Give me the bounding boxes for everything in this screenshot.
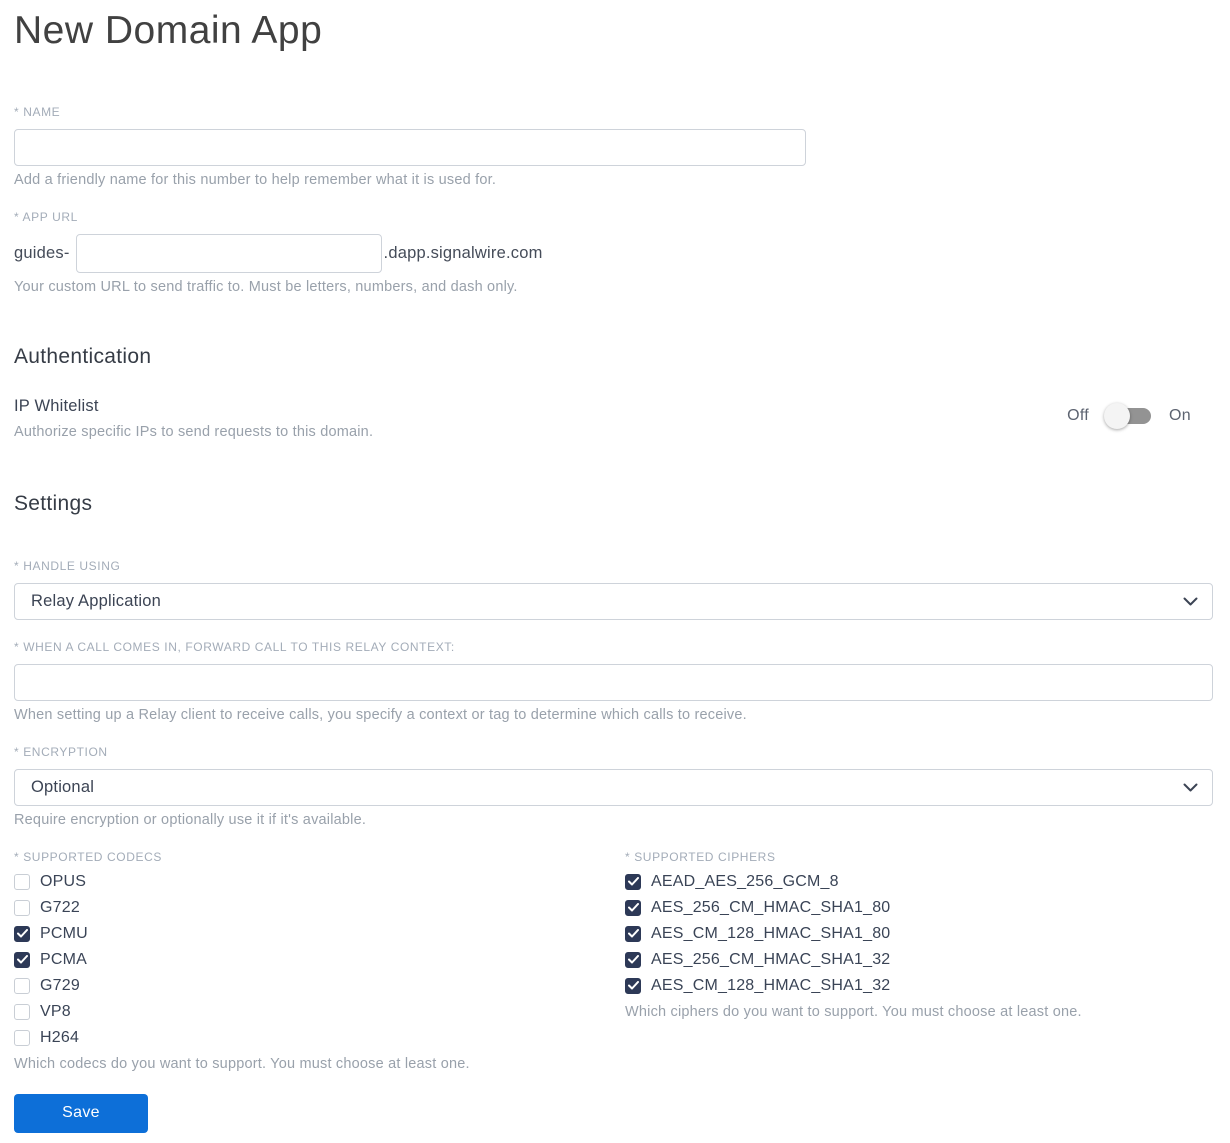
cipher-option-label: AES_256_CM_HMAC_SHA1_80 (651, 898, 891, 916)
app-url-input[interactable] (75, 233, 382, 273)
toggle-off-label: Off (1067, 406, 1090, 424)
codec-option-label: G729 (40, 976, 80, 994)
page-title: New Domain App (14, 9, 323, 52)
chevron-down-icon (1183, 783, 1198, 792)
ip-whitelist-helper: Authorize specific IPs to send requests … (14, 423, 374, 440)
supported-ciphers-group: * SUPPORTED CIPHERS AEAD_AES_256_GCM_8 A… (625, 850, 1213, 1072)
codec-option[interactable]: PCMA (14, 950, 625, 968)
supported-ciphers-label: * SUPPORTED CIPHERS (625, 849, 776, 864)
chevron-down-icon (1183, 597, 1198, 606)
check-icon (627, 877, 639, 886)
name-field-group: * NAME Add a friendly name for this numb… (14, 105, 1213, 188)
name-label: * NAME (14, 104, 61, 119)
codec-option[interactable]: G729 (14, 976, 625, 994)
cipher-option-label: AES_CM_128_HMAC_SHA1_80 (651, 924, 891, 942)
save-row: Save (14, 1093, 1213, 1133)
checkbox-icon[interactable] (14, 977, 30, 994)
codecs-checklist: OPUS G722 PCMU PCMA G729 VP8 H264 (14, 872, 625, 1046)
check-icon (627, 981, 639, 990)
cipher-option[interactable]: AEAD_AES_256_GCM_8 (625, 872, 1213, 890)
save-button[interactable]: Save (14, 1093, 148, 1133)
checkbox-icon[interactable] (14, 1029, 30, 1046)
encryption-field-group: * ENCRYPTION Optional Require encryption… (14, 745, 1213, 828)
checkbox-icon[interactable] (625, 899, 641, 916)
toggle-knob-icon (1104, 402, 1131, 429)
encryption-label: * ENCRYPTION (14, 744, 108, 759)
settings-heading: Settings (14, 491, 93, 515)
cipher-option-label: AEAD_AES_256_GCM_8 (651, 872, 839, 890)
codec-option[interactable]: PCMU (14, 924, 625, 942)
codec-option[interactable]: OPUS (14, 872, 625, 890)
codec-option-label: PCMU (40, 924, 88, 942)
ip-whitelist-toggle[interactable] (1104, 402, 1152, 429)
new-domain-app-page: New Domain App * NAME Add a friendly nam… (0, 0, 1230, 1133)
authentication-heading: Authentication (14, 344, 152, 368)
check-icon (627, 955, 639, 964)
codec-option[interactable]: VP8 (14, 1002, 625, 1020)
app-url-row: guides- .dapp.signalwire.com (14, 233, 1213, 273)
checkbox-icon[interactable] (14, 899, 30, 916)
supported-codecs-group: * SUPPORTED CODECS OPUS G722 PCMU PCMA G… (14, 850, 625, 1072)
codec-option-label: VP8 (40, 1002, 71, 1020)
check-icon (16, 929, 28, 938)
codecs-helper: Which codecs do you want to support. You… (14, 1055, 470, 1072)
checkbox-icon[interactable] (14, 1003, 30, 1020)
cipher-option[interactable]: AES_CM_128_HMAC_SHA1_80 (625, 924, 1213, 942)
encryption-value: Optional (31, 777, 95, 796)
relay-context-input[interactable] (14, 663, 1213, 701)
name-input[interactable] (14, 128, 806, 166)
relay-context-label: * WHEN A CALL COMES IN, FORWARD CALL TO … (14, 639, 455, 654)
codec-option-label: H264 (40, 1028, 80, 1046)
ip-whitelist-row: IP Whitelist Authorize specific IPs to s… (14, 397, 1213, 440)
ip-whitelist-toggle-group: Off On (1067, 402, 1213, 429)
codec-cipher-columns: * SUPPORTED CODECS OPUS G722 PCMU PCMA G… (14, 850, 1213, 1072)
app-url-field-group: * APP URL guides- .dapp.signalwire.com Y… (14, 210, 1213, 295)
checkbox-icon[interactable] (625, 977, 641, 994)
cipher-option[interactable]: AES_CM_128_HMAC_SHA1_32 (625, 976, 1213, 994)
codec-option[interactable]: G722 (14, 898, 625, 916)
app-url-label: * APP URL (14, 209, 78, 224)
checkbox-icon[interactable] (625, 925, 641, 942)
handle-using-field-group: * HANDLE USING Relay Application (14, 559, 1213, 620)
supported-codecs-label: * SUPPORTED CODECS (14, 849, 162, 864)
name-helper: Add a friendly name for this number to h… (14, 171, 497, 188)
cipher-option-label: AES_256_CM_HMAC_SHA1_32 (651, 950, 891, 968)
check-icon (627, 929, 639, 938)
handle-using-select[interactable]: Relay Application (14, 582, 1213, 620)
codec-option-label: OPUS (40, 872, 87, 890)
ip-whitelist-label: IP Whitelist (14, 396, 99, 415)
app-url-suffix: .dapp.signalwire.com (383, 243, 543, 262)
cipher-option[interactable]: AES_256_CM_HMAC_SHA1_32 (625, 950, 1213, 968)
ciphers-helper: Which ciphers do you want to support. Yo… (625, 1003, 1082, 1020)
checkbox-icon[interactable] (625, 873, 641, 890)
checkbox-icon[interactable] (14, 925, 30, 942)
codec-option-label: PCMA (40, 950, 88, 968)
checkbox-icon[interactable] (625, 951, 641, 968)
handle-using-value: Relay Application (31, 591, 161, 610)
app-url-helper: Your custom URL to send traffic to. Must… (14, 278, 518, 295)
codec-option-label: G722 (40, 898, 80, 916)
handle-using-label: * HANDLE USING (14, 558, 121, 573)
cipher-option-label: AES_CM_128_HMAC_SHA1_32 (651, 976, 891, 994)
check-icon (16, 955, 28, 964)
toggle-on-label: On (1169, 406, 1191, 424)
encryption-select[interactable]: Optional (14, 768, 1213, 806)
encryption-helper: Require encryption or optionally use it … (14, 811, 367, 828)
ciphers-checklist: AEAD_AES_256_GCM_8 AES_256_CM_HMAC_SHA1_… (625, 872, 1213, 994)
relay-context-helper: When setting up a Relay client to receiv… (14, 706, 747, 723)
check-icon (627, 903, 639, 912)
codec-option[interactable]: H264 (14, 1028, 625, 1046)
checkbox-icon[interactable] (14, 951, 30, 968)
ip-whitelist-text: IP Whitelist Authorize specific IPs to s… (14, 397, 373, 440)
app-url-prefix: guides- (14, 243, 70, 262)
cipher-option[interactable]: AES_256_CM_HMAC_SHA1_80 (625, 898, 1213, 916)
checkbox-icon[interactable] (14, 873, 30, 890)
relay-context-field-group: * WHEN A CALL COMES IN, FORWARD CALL TO … (14, 640, 1213, 723)
